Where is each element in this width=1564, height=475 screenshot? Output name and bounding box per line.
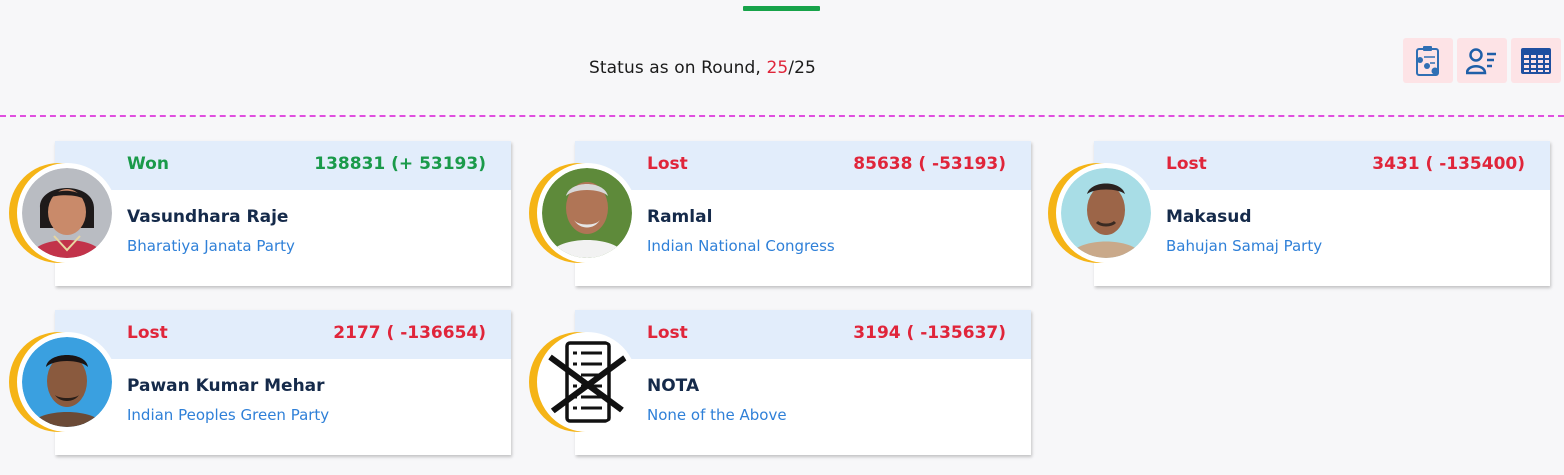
candidate-card[interactable]: Won 138831 (+ 53193) Vasundhara Raje Bha… xyxy=(9,141,511,286)
candidate-list-icon xyxy=(1466,47,1496,74)
party-name[interactable]: Indian Peoples Green Party xyxy=(127,406,329,424)
candidate-photo xyxy=(1056,163,1156,263)
result-status: Lost xyxy=(127,323,168,343)
vote-count: 3431 ( -135400) xyxy=(1372,154,1525,174)
result-status: Lost xyxy=(647,323,688,343)
result-status: Won xyxy=(127,154,169,174)
result-status: Lost xyxy=(647,154,688,174)
candidate-photo xyxy=(537,163,637,263)
vote-count: 85638 ( -53193) xyxy=(853,154,1006,174)
table-grid-icon xyxy=(1521,47,1551,74)
party-name[interactable]: Indian National Congress xyxy=(647,237,835,255)
candidate-card[interactable]: Lost 85638 ( -53193) Ramlal Indian Natio… xyxy=(529,141,1031,286)
round-status-label: Status as on Round, xyxy=(589,58,761,78)
round-status: Status as on Round, 25/25 xyxy=(589,58,816,78)
candidate-photo xyxy=(17,332,117,432)
vote-count: 138831 (+ 53193) xyxy=(314,154,486,174)
candidate-card[interactable]: Lost 2177 ( -136654) Pawan Kumar Mehar I… xyxy=(9,310,511,455)
active-tab-indicator xyxy=(743,6,820,11)
candidate-name: Makasud xyxy=(1166,207,1252,227)
section-divider xyxy=(0,115,1564,117)
party-name[interactable]: Bharatiya Janata Party xyxy=(127,237,295,255)
result-status: Lost xyxy=(1166,154,1207,174)
report-button[interactable] xyxy=(1403,38,1453,83)
party-name[interactable]: None of the Above xyxy=(647,406,787,424)
candidate-name: Ramlal xyxy=(647,207,713,227)
nota-symbol xyxy=(537,332,637,432)
card-header: Lost 2177 ( -136654) xyxy=(55,310,511,359)
candidate-name: Vasundhara Raje xyxy=(127,207,289,227)
candidate-card[interactable]: Lost 3194 ( -135637) NOTA None of the Ab… xyxy=(529,310,1031,455)
vote-count: 3194 ( -135637) xyxy=(853,323,1006,343)
card-header: Lost 85638 ( -53193) xyxy=(575,141,1031,190)
candidate-card[interactable]: Lost 3431 ( -135400) Makasud Bahujan Sam… xyxy=(1048,141,1550,286)
current-round: 25 xyxy=(766,58,789,78)
clipboard-report-icon xyxy=(1416,45,1439,76)
party-name[interactable]: Bahujan Samaj Party xyxy=(1166,237,1322,255)
card-header: Won 138831 (+ 53193) xyxy=(55,141,511,190)
table-view-button[interactable] xyxy=(1511,38,1561,83)
vote-count: 2177 ( -136654) xyxy=(333,323,486,343)
total-rounds: 25 xyxy=(794,58,816,78)
candidate-name: Pawan Kumar Mehar xyxy=(127,376,325,396)
candidate-list-button[interactable] xyxy=(1457,38,1507,83)
card-header: Lost 3194 ( -135637) xyxy=(575,310,1031,359)
card-header: Lost 3431 ( -135400) xyxy=(1094,141,1550,190)
candidate-name: NOTA xyxy=(647,376,700,396)
candidate-photo xyxy=(17,163,117,263)
